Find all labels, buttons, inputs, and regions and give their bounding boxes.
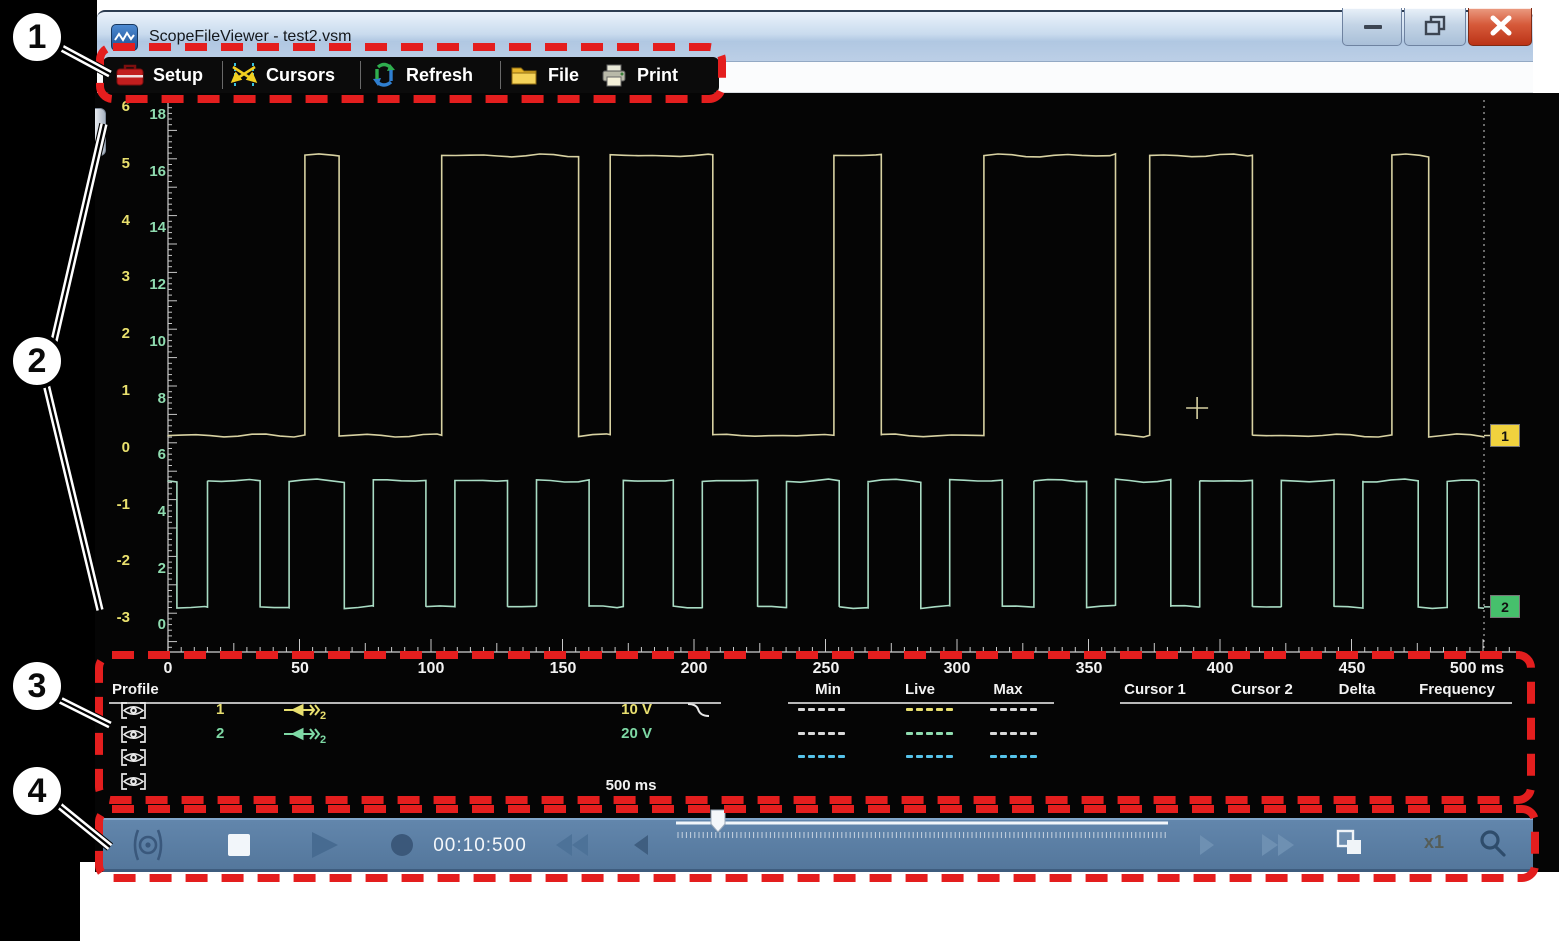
slider-ticks xyxy=(678,832,1165,838)
slider-thumb[interactable] xyxy=(711,810,725,832)
position-slider[interactable] xyxy=(676,810,1168,838)
playback-controls xyxy=(0,0,1559,941)
stop-button[interactable] xyxy=(228,834,250,856)
play-button[interactable] xyxy=(312,832,338,858)
time-display: 00:10:500 xyxy=(430,835,530,857)
step-forward-button[interactable] xyxy=(1200,835,1214,855)
callout-3: 3 xyxy=(9,658,65,714)
zoom-factor-label: x1 xyxy=(1424,832,1460,853)
page: ScopeFileViewer - test2.vsm Setup xyxy=(0,0,1559,941)
record-button[interactable] xyxy=(391,834,413,856)
magnifier-button[interactable] xyxy=(1482,832,1504,855)
rewind-button[interactable] xyxy=(556,834,588,856)
fast-forward-button[interactable] xyxy=(1262,834,1294,856)
step-back-button[interactable] xyxy=(634,835,648,855)
callout-1: 1 xyxy=(9,9,65,65)
callout-2: 2 xyxy=(9,333,65,389)
callout-4: 4 xyxy=(9,763,65,819)
snapshot-button[interactable] xyxy=(135,830,161,860)
layers-button[interactable] xyxy=(1338,831,1361,854)
